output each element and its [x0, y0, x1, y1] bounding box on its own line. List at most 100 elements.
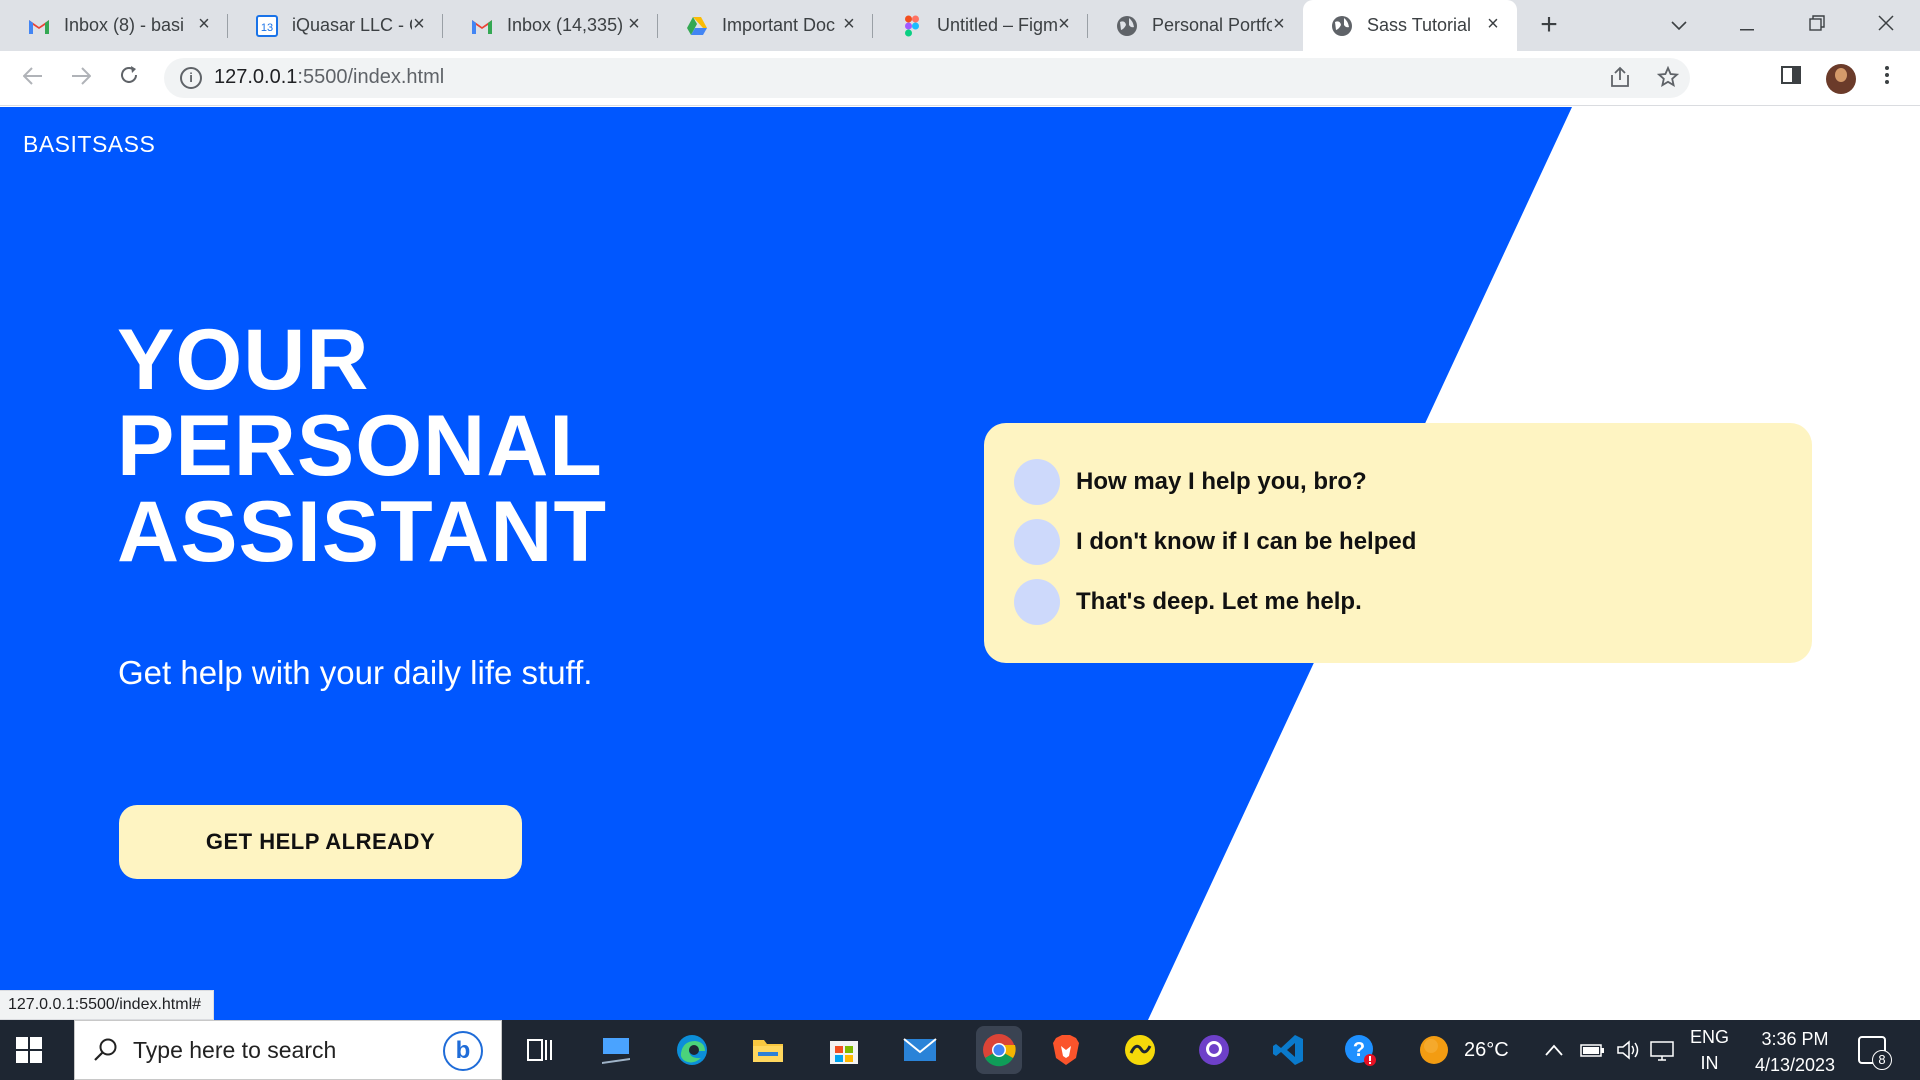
task-view-icon[interactable]	[520, 1030, 560, 1070]
chat-message-text: How may I help you, bro?	[1076, 468, 1367, 495]
show-hidden-icons-chevron[interactable]	[1545, 1020, 1563, 1080]
chat-message-text: I don't know if I can be helped	[1076, 528, 1417, 555]
mail-icon[interactable]	[900, 1030, 940, 1070]
windows-taskbar: Type here to search b ? 26°C ENG IN 3:36…	[0, 1020, 1920, 1080]
lang-bottom: IN	[1700, 1053, 1719, 1073]
lang-top: ENG	[1690, 1027, 1730, 1047]
windows-start-icon[interactable]	[16, 1037, 42, 1063]
tab-search-icon[interactable]	[1664, 10, 1694, 40]
battery-icon[interactable]	[1580, 1020, 1606, 1080]
tab-inbox-1[interactable]: Inbox (8) - basi ×	[0, 0, 228, 51]
chrome-icon[interactable]	[976, 1026, 1022, 1074]
minimize-button[interactable]	[1732, 10, 1762, 40]
close-tab-icon[interactable]: ×	[839, 14, 859, 34]
tab-sass-tutorial[interactable]: Sass Tutorial ×	[1303, 0, 1517, 51]
url-text[interactable]: 127.0.0.1:5500/index.html	[214, 66, 444, 89]
avatar-dot	[1014, 579, 1060, 625]
bing-icon[interactable]: b	[443, 1031, 483, 1071]
hero-title: YOUR PERSONAL ASSISTANT	[117, 317, 607, 575]
tab-inbox-2[interactable]: Inbox (14,335) ×	[443, 0, 658, 51]
share-icon[interactable]	[1608, 66, 1632, 90]
globe-icon	[1116, 15, 1138, 37]
clock-date: 4/13/2023	[1754, 1055, 1836, 1075]
taskbar-search-input[interactable]: Type here to search b	[74, 1020, 502, 1080]
close-tab-icon[interactable]: ×	[624, 14, 644, 34]
url-path: :5500/index.html	[297, 66, 445, 88]
calendar-day: 13	[261, 22, 273, 34]
tab-strip: Inbox (8) - basi × 13 iQuasar LLC - C × …	[0, 0, 1920, 51]
chat-card: How may I help you, bro? I don't know if…	[984, 423, 1812, 663]
desktop-app-icon[interactable]	[596, 1030, 636, 1070]
chat-message: How may I help you, bro?	[1014, 459, 1367, 505]
microsoft-store-icon[interactable]	[824, 1030, 864, 1070]
close-tab-icon[interactable]: ×	[1054, 14, 1074, 34]
web-page: BASITSASS YOUR PERSONAL ASSISTANT Get he…	[0, 107, 1920, 1020]
avatar-dot	[1014, 459, 1060, 505]
app-yellow-icon[interactable]	[1120, 1030, 1160, 1070]
profile-avatar[interactable]	[1826, 64, 1856, 94]
gmail-icon	[28, 15, 50, 37]
tab-title: Inbox (14,335)	[507, 15, 624, 35]
calendar-icon: 13	[256, 14, 278, 37]
tab-title: iQuasar LLC - C	[292, 15, 412, 35]
close-window-button[interactable]	[1871, 10, 1901, 40]
chat-message: That's deep. Let me help.	[1014, 579, 1362, 625]
back-icon[interactable]	[18, 63, 48, 93]
figma-icon	[901, 15, 923, 37]
help-icon[interactable]: ?	[1340, 1030, 1380, 1070]
chat-message: I don't know if I can be helped	[1014, 519, 1416, 565]
close-tab-icon[interactable]: ×	[1269, 14, 1289, 34]
globe-icon	[1331, 15, 1353, 37]
chat-message-text: That's deep. Let me help.	[1076, 588, 1362, 615]
google-drive-icon	[686, 15, 708, 37]
github-desktop-icon[interactable]	[1194, 1030, 1234, 1070]
hero-line: PERSONAL	[117, 398, 603, 494]
forward-icon[interactable]	[66, 63, 96, 93]
volume-icon[interactable]	[1616, 1020, 1642, 1080]
restore-button[interactable]	[1802, 10, 1832, 40]
close-tab-icon[interactable]: ×	[194, 14, 214, 34]
get-help-button[interactable]: GET HELP ALREADY	[119, 805, 522, 879]
browser-toolbar: i 127.0.0.1:5500/index.html	[0, 51, 1920, 106]
language-indicator[interactable]: ENG IN	[1690, 1020, 1729, 1080]
bookmark-star-icon[interactable]	[1656, 65, 1680, 90]
vscode-icon[interactable]	[1268, 1030, 1308, 1070]
side-panel-icon[interactable]	[1776, 63, 1806, 93]
hero-subtitle: Get help with your daily life stuff.	[118, 654, 593, 691]
close-tab-icon[interactable]: ×	[1483, 14, 1503, 34]
clock-time: 3:36 PM	[1761, 1029, 1829, 1049]
avatar-dot	[1014, 519, 1060, 565]
tab-title: Important Doc	[722, 15, 836, 35]
brand-logo[interactable]: BASITSASS	[23, 131, 155, 158]
tab-personal-portfolio[interactable]: Personal Portfo ×	[1088, 0, 1303, 51]
close-tab-icon[interactable]: ×	[409, 14, 429, 34]
tab-important-doc[interactable]: Important Doc ×	[658, 0, 873, 51]
gmail-icon	[471, 15, 493, 37]
notification-icon[interactable]: 8	[1858, 1036, 1892, 1070]
edge-icon[interactable]	[672, 1030, 712, 1070]
menu-kebab-icon[interactable]	[1872, 63, 1902, 93]
brave-icon[interactable]	[1046, 1030, 1086, 1070]
svg-text:?: ?	[1353, 1039, 1365, 1061]
notification-count: 8	[1872, 1050, 1892, 1070]
address-bar[interactable]: i 127.0.0.1:5500/index.html	[164, 58, 1690, 98]
new-tab-button[interactable]: +	[1536, 10, 1562, 40]
tab-title: Untitled – Figm	[937, 15, 1057, 35]
search-placeholder: Type here to search	[133, 1037, 337, 1063]
hero-line: ASSISTANT	[117, 484, 607, 580]
network-icon[interactable]	[1650, 1020, 1676, 1080]
search-icon	[93, 1037, 121, 1065]
file-explorer-icon[interactable]	[748, 1030, 788, 1070]
clock[interactable]: 3:36 PM 4/13/2023	[1740, 1026, 1850, 1078]
tab-title: Personal Portfo	[1152, 15, 1272, 35]
hero-line: YOUR	[117, 312, 370, 408]
site-info-icon[interactable]: i	[180, 67, 202, 89]
weather-icon[interactable]	[1414, 1030, 1454, 1070]
tab-title: Inbox (8) - basi	[64, 15, 184, 35]
tab-title: Sass Tutorial	[1367, 15, 1472, 35]
temperature-text[interactable]: 26°C	[1464, 1020, 1509, 1080]
tab-iquasar[interactable]: 13 iQuasar LLC - C ×	[228, 0, 443, 51]
tab-figma[interactable]: Untitled – Figm ×	[873, 0, 1088, 51]
link-status-bar: 127.0.0.1:5500/index.html#	[0, 990, 215, 1020]
reload-icon[interactable]	[114, 63, 144, 93]
